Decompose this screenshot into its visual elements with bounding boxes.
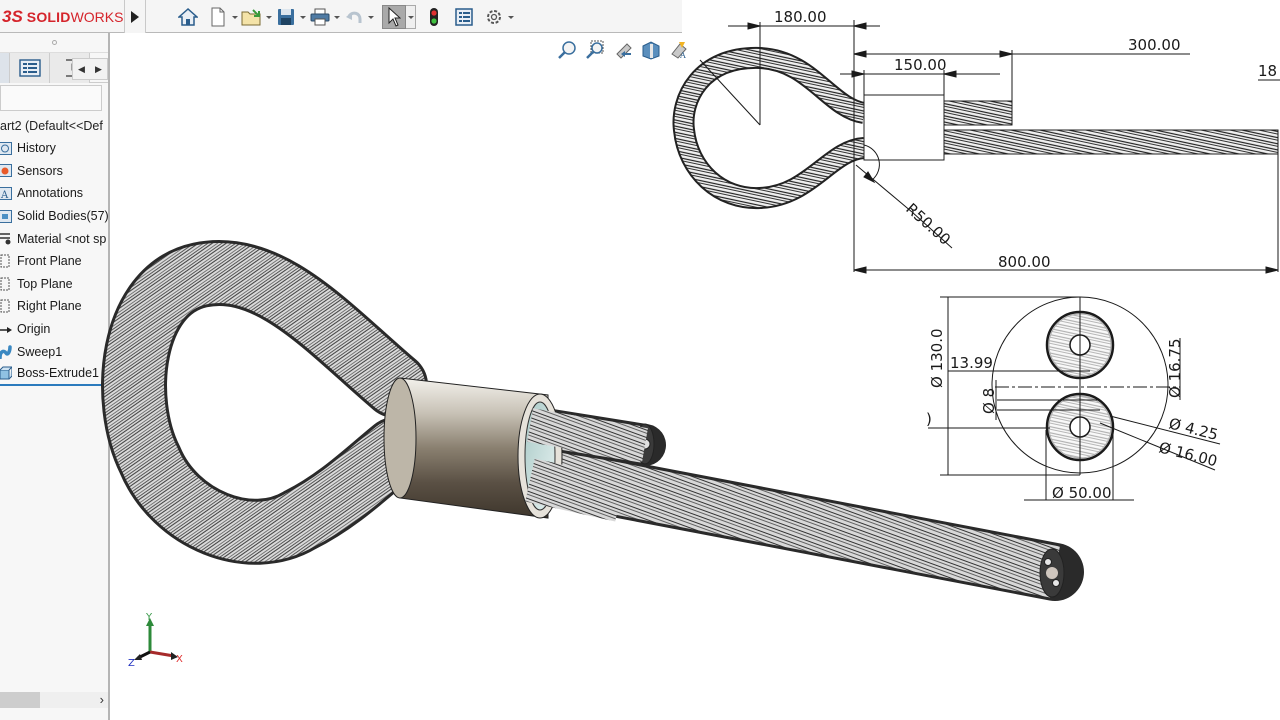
dim-offset[interactable]: 13.99 (950, 354, 993, 372)
view-orientation-button[interactable]: A (668, 40, 690, 60)
section-view-icon (642, 41, 660, 60)
svg-text:A: A (679, 51, 686, 60)
drawing-sleeve (863, 94, 945, 161)
triad-y-label: Y (145, 612, 153, 623)
section-view-button[interactable] (640, 40, 662, 60)
dim-core-diameter[interactable]: Ø 4.25 (1167, 414, 1220, 444)
zoom-to-area-button[interactable] (584, 40, 606, 60)
dim-sleeve-length[interactable]: 150.00 (894, 56, 947, 74)
dim-overall-length[interactable]: 800.00 (998, 253, 1051, 271)
drawing-main-tail (943, 129, 1279, 155)
reference-triad: Y X Z (128, 612, 183, 669)
solidworks-window: 3S SOLID WORKS ◀ ▶ art2 (Default<<Def Hi… (0, 0, 1280, 720)
zoom-to-area-icon (586, 40, 604, 59)
dim-cut-off: 18 (1258, 62, 1277, 80)
triad-z-label: Z (128, 658, 135, 669)
dim-strand-diameter[interactable]: Ø 16.00 (1157, 438, 1219, 470)
previous-view-button[interactable] (612, 40, 634, 60)
wire-rope-3d-model[interactable] (101, 240, 1084, 601)
view-orientation-icon: A (671, 42, 687, 60)
triad-x-label: X (176, 654, 183, 665)
dim-tail-length[interactable]: 300.00 (1128, 36, 1181, 54)
side-view-drawing[interactable] (672, 20, 1280, 274)
dim-cut-left: ) (926, 410, 932, 428)
dim-loop-length[interactable]: 180.00 (774, 8, 827, 26)
dim-right-diameter[interactable]: Ø 16.75 (1166, 338, 1184, 398)
heads-up-view-toolbar: A (556, 40, 690, 60)
dim-bend-radius[interactable]: R50.00 (902, 200, 954, 249)
dim-small-diameter[interactable]: Ø 8 (980, 388, 998, 414)
graphics-area[interactable]: 180.00 300.00 150.00 800.00 R50.00 18 Ø … (0, 0, 1280, 720)
zoom-to-fit-icon (558, 41, 576, 59)
dim-rope-diameter[interactable]: Ø 50.00 (1052, 484, 1112, 502)
previous-view-icon (616, 43, 632, 59)
zoom-to-fit-button[interactable] (556, 40, 578, 60)
drawing-short-tail (943, 100, 1013, 126)
dim-outer-diameter[interactable]: Ø 130.0 (928, 328, 946, 388)
